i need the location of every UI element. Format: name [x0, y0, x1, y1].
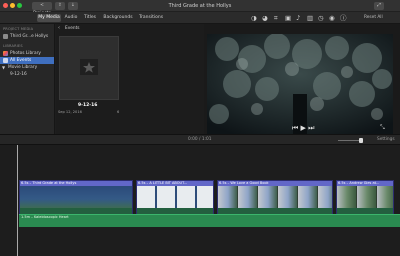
background-music-label: 1.5m – Kaleidoscopic Heart: [21, 215, 69, 219]
tab-titles[interactable]: Titles: [83, 14, 97, 22]
crop-icon[interactable]: ⌗: [274, 14, 278, 22]
timeline-clip[interactable]: 6.5s – A LITTLE BIT ABOUT...: [136, 180, 214, 214]
title-bar: < Projects ⇪ ↓ Third Grade at the Hollys…: [0, 0, 400, 16]
sidebar-item-event[interactable]: 9-12-16: [0, 71, 54, 78]
clip-thumbnails: [218, 186, 332, 208]
filter-icon[interactable]: ◉: [329, 14, 335, 22]
viewer-frame[interactable]: [207, 34, 393, 134]
chevron-left-icon[interactable]: ‹: [58, 25, 60, 31]
playhead[interactable]: [17, 145, 18, 256]
timeline-settings-button[interactable]: Settings: [377, 137, 395, 142]
window-title: Third Grade at the Hollys: [168, 3, 232, 9]
volume-icon[interactable]: ♪: [296, 14, 300, 22]
close-window-button[interactable]: [3, 3, 8, 8]
color-correction-icon[interactable]: ◕: [262, 14, 268, 22]
event-placeholder-icon: [80, 59, 98, 75]
timeline-clip[interactable]: 6.5s – We Love a Good Book: [217, 180, 333, 214]
media-browser: ‹ Events 9-12-16 Sep 12, 2016 6: [56, 24, 204, 134]
zoom-window-button[interactable]: [17, 3, 22, 8]
sidebar-item-all-events[interactable]: All Events: [0, 57, 54, 64]
color-balance-icon[interactable]: ◑: [251, 14, 257, 22]
fullscreen-icon[interactable]: ⤡: [380, 124, 385, 132]
timeline-clip[interactable]: 6.5s – Andrew Gies at...: [336, 180, 394, 214]
playback-controls: ⏮ ▶ ⏭: [292, 124, 314, 133]
media-tab-bar: My Media Audio Titles Backgrounds Transi…: [0, 12, 400, 24]
skip-forward-icon[interactable]: ⏭: [308, 124, 314, 132]
events-label: Events: [65, 26, 80, 31]
equalizer-icon[interactable]: ▥: [307, 14, 313, 22]
timeline-header: 0:00 / 1:01 Settings: [0, 134, 400, 145]
clip-thumbnails: [137, 186, 213, 208]
reset-all-button[interactable]: Reset All: [364, 14, 383, 22]
timeline[interactable]: 6.5s – Third Grade at the Hollys 6.5s – …: [0, 145, 400, 256]
video-viewer: ⏮ ▶ ⏭ ⤡: [204, 24, 400, 134]
tab-my-media[interactable]: My Media: [37, 14, 61, 22]
share-button[interactable]: ⇪: [55, 2, 65, 10]
zoom-slider-knob[interactable]: [359, 138, 363, 143]
sidebar-item-photos-library[interactable]: Photos Library: [0, 50, 54, 57]
event-title: 9-12-16: [78, 103, 98, 108]
background-music-track[interactable]: 1.5m – Kaleidoscopic Heart: [19, 214, 400, 227]
library-sidebar: PROJECT MEDIA Third Gr...e Hollys LIBRAR…: [0, 24, 55, 134]
event-date: Sep 12, 2016: [58, 110, 82, 114]
sidebar-item-project[interactable]: Third Gr...e Hollys: [0, 33, 54, 40]
skip-back-icon[interactable]: ⏮: [292, 124, 298, 132]
tab-audio[interactable]: Audio: [64, 14, 78, 22]
minimize-window-button[interactable]: [10, 3, 15, 8]
sidebar-item-movie-library[interactable]: ▼ Movie Library: [0, 64, 54, 71]
clip-thumbnails: [20, 186, 132, 208]
fullscreen-app-button[interactable]: ⤢: [374, 2, 384, 10]
film-icon: [3, 34, 8, 39]
tab-backgrounds[interactable]: Backgrounds: [103, 14, 133, 22]
stabilization-icon[interactable]: ▣: [285, 14, 291, 22]
event-clip-count: 6: [117, 110, 120, 114]
tab-transitions[interactable]: Transitions: [138, 14, 164, 22]
clip-thumbnails: [337, 186, 393, 208]
events-icon: [3, 58, 8, 63]
event-thumbnail[interactable]: [59, 36, 119, 100]
projects-button[interactable]: < Projects: [32, 2, 52, 16]
import-media-button[interactable]: ↓: [68, 2, 78, 10]
project-media-header: PROJECT MEDIA: [3, 27, 34, 31]
timeline-clip[interactable]: 6.5s – Third Grade at the Hollys: [19, 180, 133, 214]
libraries-header: LIBRARIES: [3, 44, 23, 48]
disclosure-triangle-icon[interactable]: ▼: [2, 64, 5, 71]
speed-icon[interactable]: ◷: [318, 14, 324, 22]
photos-icon: [3, 51, 8, 56]
timecode: 0:00 / 1:01: [188, 137, 212, 142]
viewer-image: [207, 34, 393, 134]
play-icon[interactable]: ▶: [301, 124, 306, 132]
info-icon[interactable]: ⓘ: [340, 14, 347, 22]
